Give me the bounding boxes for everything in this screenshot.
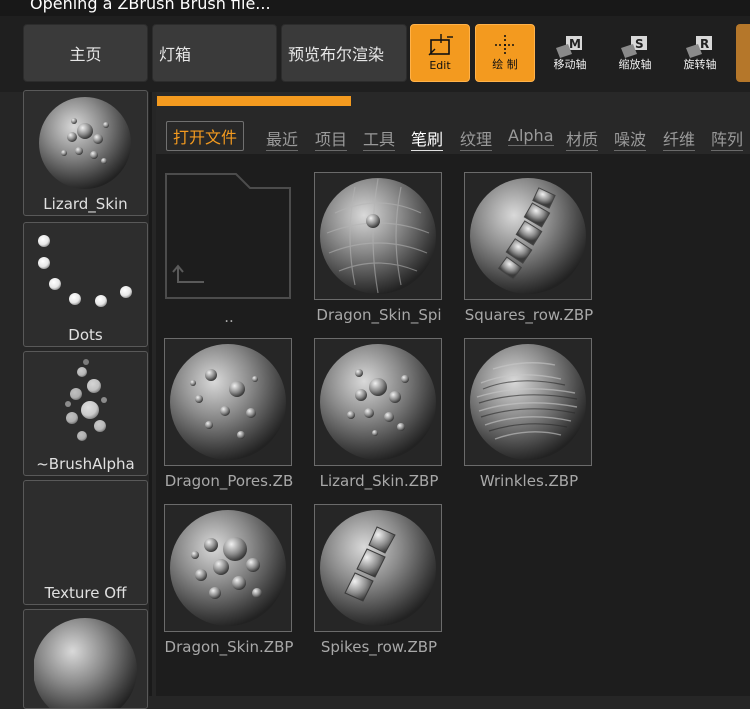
folder-up-icon <box>165 173 291 299</box>
spikes-row-icon <box>320 510 436 626</box>
texture-off-thumb[interactable]: Texture Off <box>23 480 148 605</box>
loading-progress-bar <box>157 96 351 106</box>
tab-alpha[interactable]: Alpha <box>508 126 554 146</box>
file-name: Dragon_Skin_Spi <box>316 306 442 324</box>
svg-text:R: R <box>700 37 709 51</box>
dots-label: Dots <box>68 326 103 344</box>
title-bar: Opening a ZBrush Brush file... <box>0 0 750 16</box>
edit-button[interactable]: Edit <box>410 24 470 82</box>
divider <box>149 92 152 696</box>
file-name: Spikes_row.ZBP <box>320 638 438 656</box>
tab-material[interactable]: 材质 <box>566 126 599 151</box>
svg-text:M: M <box>569 37 581 51</box>
open-file-button[interactable]: 打开文件 <box>166 121 245 151</box>
draw-button[interactable]: 绘 制 <box>475 24 535 82</box>
brush-alpha-bubbles-icon <box>34 352 137 452</box>
lightbox-panel: 打开文件 最近 项目 工具 笔刷 纹理 Alpha 材质 噪波 纤维 阵列 .. <box>156 92 750 696</box>
file-item[interactable]: Dragon_Skin.ZBP <box>164 504 294 662</box>
file-item[interactable]: Dragon_Pores.ZB <box>164 338 294 496</box>
material-thumb[interactable] <box>23 609 148 709</box>
brush-alpha-label: ~BrushAlpha <box>36 455 135 473</box>
edit-label: Edit <box>429 59 451 72</box>
move-gizmo-label: 移动轴 <box>553 58 587 71</box>
left-shelf: Lizard_Skin Dots ~BrushAlpha Texture Off <box>0 90 156 709</box>
file-name: .. <box>224 308 234 326</box>
dragon-skin-spikes-icon <box>320 178 436 294</box>
file-name: Squares_row.ZBP <box>464 306 594 324</box>
tab-brush[interactable]: 笔刷 <box>411 126 444 151</box>
draw-label: 绘 制 <box>492 58 518 71</box>
file-item[interactable]: Squares_row.ZBP <box>464 172 594 330</box>
lizard-skin-label: Lizard_Skin <box>43 195 128 213</box>
file-item[interactable]: Spikes_row.ZBP <box>314 504 444 662</box>
file-item[interactable]: Wrinkles.ZBP <box>464 338 594 496</box>
tab-array[interactable]: 阵列 <box>711 126 744 151</box>
lizard-skin-sphere-icon <box>39 97 131 189</box>
tab-texture[interactable]: 纹理 <box>460 126 493 151</box>
tab-recent[interactable]: 最近 <box>266 126 299 151</box>
lizard-skin-icon <box>320 344 436 460</box>
dragon-skin-icon <box>170 510 286 626</box>
move-gizmo-button[interactable]: M 移动轴 <box>540 24 600 82</box>
file-name: Dragon_Pores.ZB <box>164 472 294 490</box>
file-name: Wrinkles.ZBP <box>479 472 579 490</box>
scale-gizmo-button[interactable]: S 缩放轴 <box>605 24 665 82</box>
file-item[interactable]: .. <box>164 172 294 330</box>
nav-preview-boolean-render-button[interactable]: 预览布尔渲染 <box>281 24 407 82</box>
file-name: Dragon_Skin.ZBP <box>164 638 294 656</box>
material-sphere-icon <box>34 618 137 708</box>
file-name: Lizard_Skin.ZBP <box>319 472 439 490</box>
scale-gizmo-label: 缩放轴 <box>618 58 652 71</box>
window-title: Opening a ZBrush Brush file... <box>30 0 271 13</box>
lizard-skin-brush-thumb[interactable]: Lizard_Skin <box>23 90 148 216</box>
rotate-gizmo-button[interactable]: R 旋转轴 <box>670 24 730 82</box>
nav-lightbox-button[interactable]: 灯箱 <box>152 24 277 82</box>
tab-project[interactable]: 项目 <box>315 126 348 151</box>
dragon-pores-icon <box>170 344 286 460</box>
dots-stroke-thumb[interactable]: Dots <box>23 222 148 347</box>
top-toolbar: 主页 灯箱 预览布尔渲染 Edit 绘 制 M 移动轴 S 缩放轴 R 旋转轴 <box>0 16 750 92</box>
nav-home-button[interactable]: 主页 <box>23 24 148 82</box>
file-item[interactable]: Dragon_Skin_Spi <box>314 172 444 330</box>
file-grid: .. Dragon_Skin_Spi Squares_row.ZBP Drago… <box>156 154 750 696</box>
wrinkles-icon <box>470 344 586 460</box>
svg-text:S: S <box>635 37 644 51</box>
texture-off-label: Texture Off <box>44 584 127 602</box>
tab-tool[interactable]: 工具 <box>363 126 396 151</box>
toolbar-overflow-button[interactable] <box>736 24 750 82</box>
squares-row-icon <box>470 178 586 294</box>
tab-fibers[interactable]: 纤维 <box>663 126 696 151</box>
file-item[interactable]: Lizard_Skin.ZBP <box>314 338 444 496</box>
rotate-gizmo-label: 旋转轴 <box>683 58 717 71</box>
edit-icon <box>428 34 453 56</box>
brush-alpha-thumb[interactable]: ~BrushAlpha <box>23 351 148 476</box>
dots-stroke-icon <box>38 235 132 307</box>
tab-noise[interactable]: 噪波 <box>614 126 647 151</box>
lightbox-tabs: 打开文件 最近 项目 工具 笔刷 纹理 Alpha 材质 噪波 纤维 阵列 <box>156 118 750 154</box>
